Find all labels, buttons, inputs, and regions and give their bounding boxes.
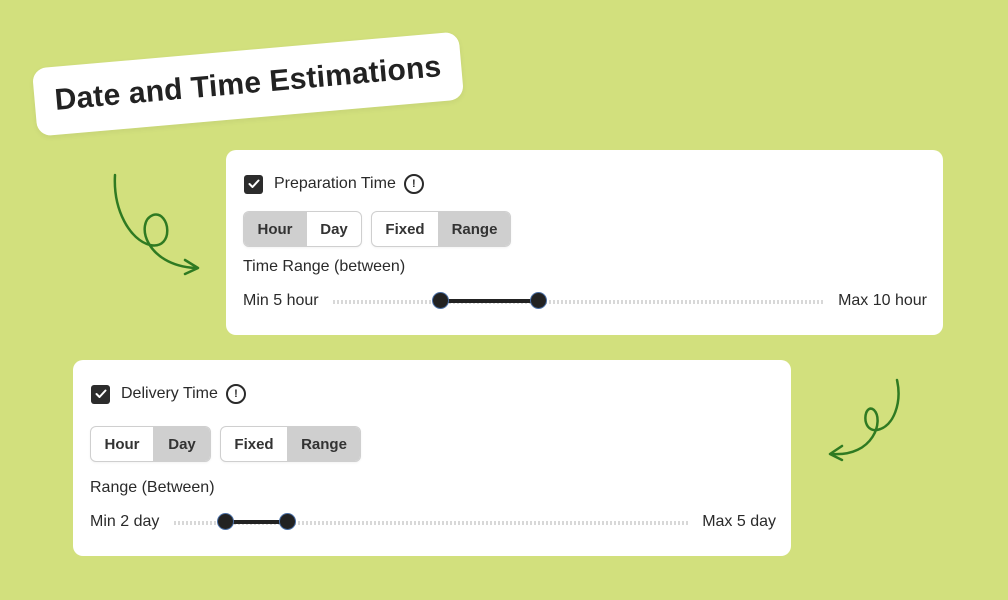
preparation-mode-range-button[interactable]: Range	[438, 212, 510, 246]
preparation-unit-toggle: Hour Day	[243, 211, 362, 247]
preparation-range-label: Time Range (between)	[243, 258, 406, 275]
preparation-slider-fill	[440, 299, 539, 303]
delivery-unit-hour-button[interactable]: Hour	[91, 427, 153, 461]
preparation-unit-hour-button[interactable]: Hour	[244, 212, 306, 246]
preparation-min-label: Min 5 hour	[243, 292, 319, 309]
preparation-unit-day-button[interactable]: Day	[306, 212, 361, 246]
preparation-title: Preparation Time	[274, 175, 396, 192]
info-circle-icon[interactable]: !	[403, 174, 424, 194]
delivery-mode-toggle: Fixed Range	[220, 426, 361, 462]
preparation-slider: Min 5 hour Max 10 hour	[243, 291, 927, 311]
check-icon	[95, 389, 106, 398]
check-icon	[248, 179, 259, 188]
title-card: Date and Time Estimations	[31, 31, 465, 137]
delivery-slider: Min 2 day Max 5 day	[90, 512, 776, 532]
delivery-header: Delivery Time !	[91, 384, 246, 404]
delivery-range-label: Range (Between)	[90, 479, 215, 496]
delivery-mode-fixed-button[interactable]: Fixed	[221, 427, 287, 461]
preparation-max-label: Max 10 hour	[838, 292, 927, 309]
preparation-slider-max-handle[interactable]	[530, 292, 548, 309]
delivery-title: Delivery Time	[121, 385, 218, 402]
delivery-slider-fill	[225, 520, 288, 524]
delivery-card: Delivery Time ! Hour Day Fixed Range Ran…	[73, 360, 791, 556]
preparation-checkbox[interactable]	[244, 174, 263, 194]
preparation-slider-track[interactable]	[333, 300, 823, 304]
delivery-max-label: Max 5 day	[702, 513, 776, 530]
page-title: Date and Time Estimations	[53, 50, 443, 117]
preparation-slider-min-handle[interactable]	[432, 292, 450, 309]
preparation-mode-toggle: Fixed Range	[371, 211, 511, 247]
delivery-unit-day-button[interactable]: Day	[153, 427, 210, 461]
delivery-mode-range-button[interactable]: Range	[287, 427, 360, 461]
curly-arrow-left-icon	[113, 173, 200, 276]
info-circle-icon[interactable]: !	[225, 384, 246, 404]
curly-arrow-right-icon	[828, 378, 900, 462]
preparation-header: Preparation Time !	[244, 174, 424, 194]
delivery-slider-max-handle[interactable]	[278, 513, 296, 530]
delivery-checkbox[interactable]	[91, 384, 110, 404]
preparation-mode-fixed-button[interactable]: Fixed	[372, 212, 438, 246]
preparation-card: Preparation Time ! Hour Day Fixed Range …	[226, 150, 943, 335]
delivery-unit-toggle: Hour Day	[90, 426, 211, 462]
delivery-slider-min-handle[interactable]	[216, 513, 234, 530]
delivery-min-label: Min 2 day	[90, 513, 160, 530]
